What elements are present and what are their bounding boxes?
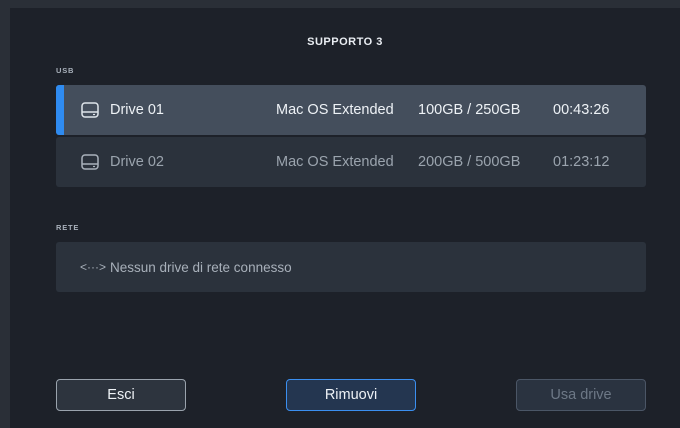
- drive-name: Drive 02: [110, 154, 164, 170]
- drive-remaining-time: 00:43:26: [553, 102, 610, 118]
- selection-indicator: [56, 85, 64, 135]
- media-dialog: SUPPORTO 3 USB Drive 01 Mac OS Extended …: [10, 8, 680, 428]
- use-drive-button[interactable]: Usa drive: [516, 379, 646, 411]
- drive-capacity: 200GB / 500GB: [418, 154, 521, 170]
- exit-button[interactable]: Esci: [56, 379, 186, 411]
- drive-name: Drive 01: [110, 102, 164, 118]
- network-section-label: RETE: [56, 223, 80, 232]
- drive-icon: [81, 102, 99, 118]
- drive-format: Mac OS Extended: [276, 102, 394, 118]
- network-icon: <···>: [80, 260, 107, 274]
- dialog-title: SUPPORTO 3: [307, 36, 383, 48]
- usb-section-label: USB: [56, 66, 75, 75]
- window-frame-top: [0, 0, 680, 8]
- network-empty-message: Nessun drive di rete connesso: [110, 259, 292, 275]
- drive-remaining-time: 01:23:12: [553, 154, 610, 170]
- drive-capacity: 100GB / 250GB: [418, 102, 521, 118]
- usb-drive-row-2[interactable]: Drive 02 Mac OS Extended 200GB / 500GB 0…: [56, 137, 646, 187]
- network-drive-row: <···> Nessun drive di rete connesso: [56, 242, 646, 292]
- drive-icon: [81, 154, 99, 170]
- remove-button[interactable]: Rimuovi: [286, 379, 416, 411]
- drive-format: Mac OS Extended: [276, 154, 394, 170]
- usb-drive-row-1[interactable]: Drive 01 Mac OS Extended 100GB / 250GB 0…: [56, 85, 646, 135]
- window-frame-left: [0, 0, 10, 428]
